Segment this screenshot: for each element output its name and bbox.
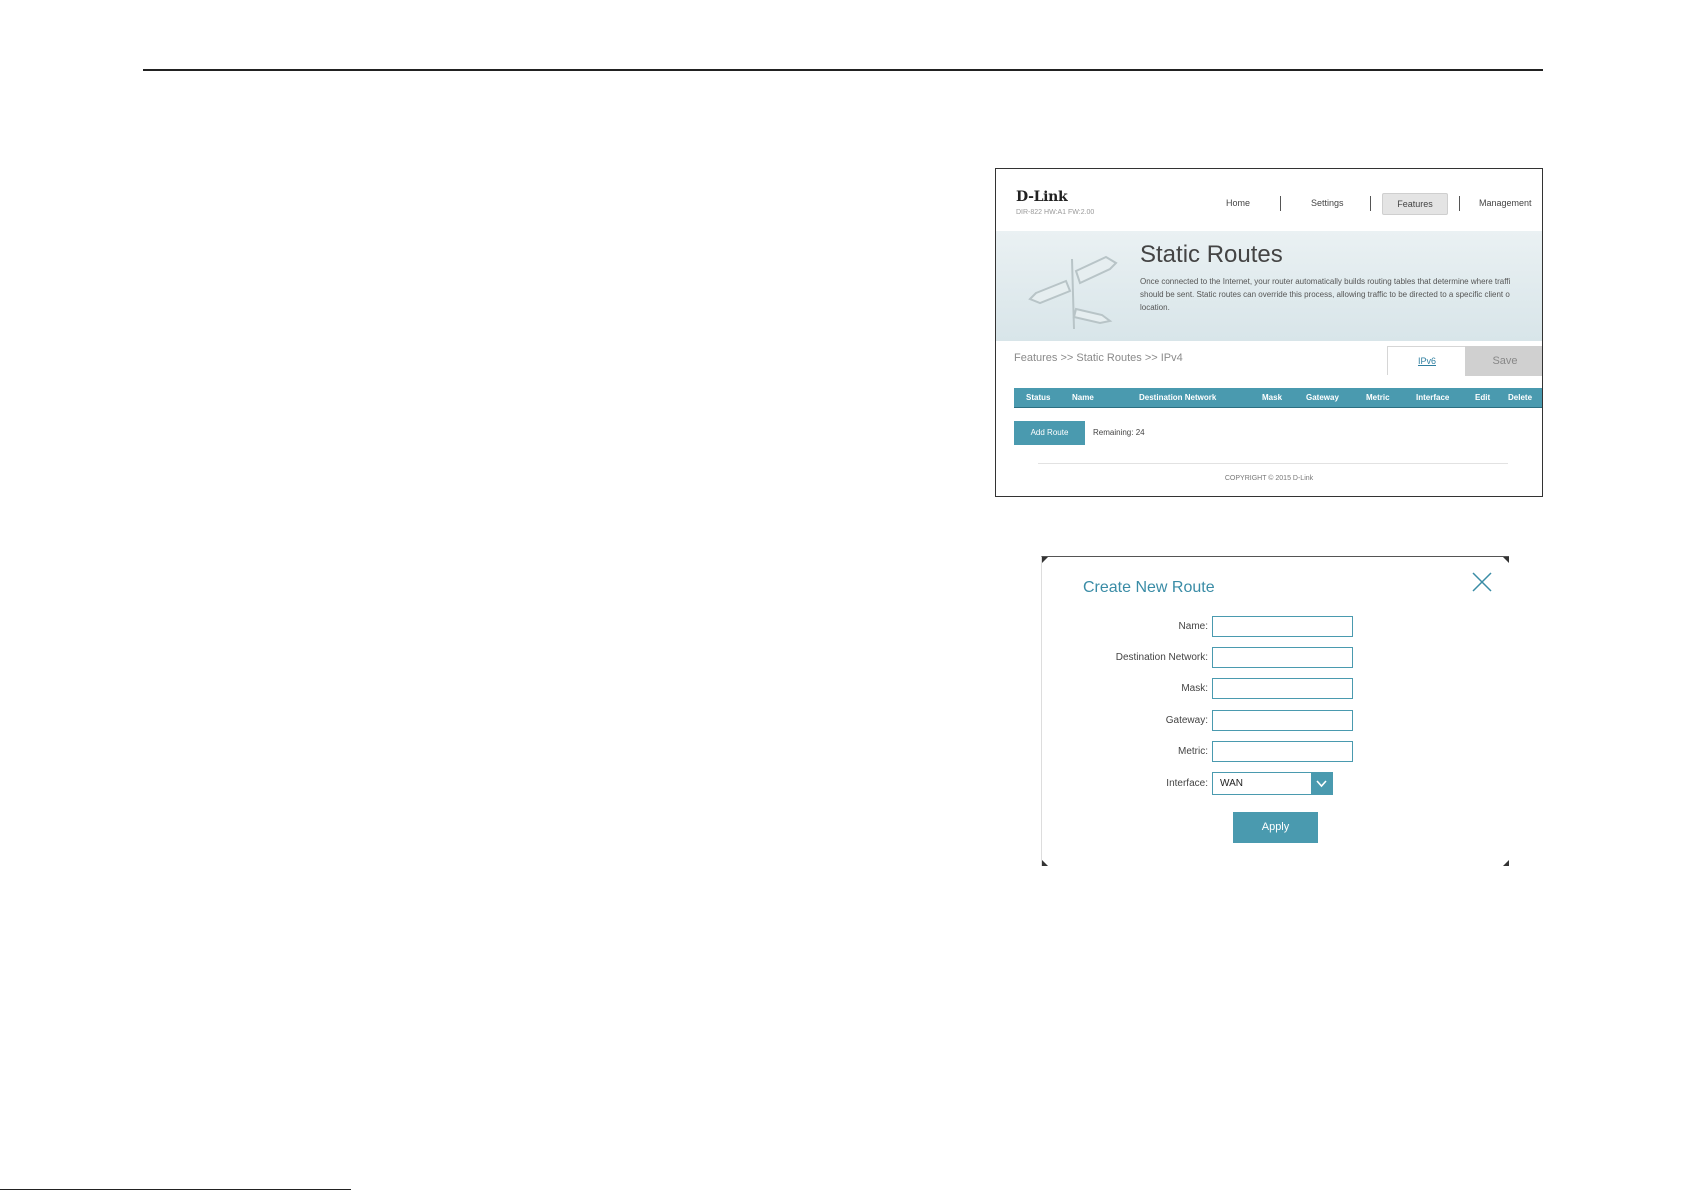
- apply-button[interactable]: Apply: [1233, 812, 1318, 843]
- mask-input[interactable]: [1212, 678, 1353, 699]
- interface-value: WAN: [1220, 778, 1243, 789]
- routes-table-header: Status Name Destination Network Mask Gat…: [1014, 388, 1542, 408]
- column-header: Name: [1072, 393, 1094, 402]
- page-description: Once connected to the Internet, your rou…: [1140, 275, 1542, 314]
- ipv6-link[interactable]: IPv6: [1387, 346, 1466, 375]
- nav-management[interactable]: Management: [1479, 198, 1532, 208]
- column-header: Metric: [1366, 393, 1390, 402]
- copyright: COPYRIGHT © 2015 D-Link: [1224, 475, 1314, 482]
- signpost-icon: [1028, 255, 1118, 330]
- corner-mark: [1042, 860, 1048, 866]
- footer-divider: [1038, 463, 1508, 464]
- metric-input[interactable]: [1212, 741, 1353, 762]
- column-header: Destination Network: [1139, 393, 1217, 402]
- metric-label: Metric:: [1178, 746, 1208, 757]
- description-line: location.: [1140, 303, 1170, 312]
- destination-network-input[interactable]: [1212, 647, 1353, 668]
- corner-mark: [1503, 557, 1509, 563]
- description-line: should be sent. Static routes can overri…: [1140, 290, 1510, 299]
- destination-network-label: Destination Network:: [1115, 652, 1208, 663]
- name-input[interactable]: [1212, 616, 1353, 637]
- column-header: Gateway: [1306, 393, 1339, 402]
- column-header: Delete: [1508, 393, 1533, 402]
- nav-features[interactable]: Features: [1382, 193, 1448, 215]
- gateway-label: Gateway:: [1165, 715, 1208, 726]
- nav-separator: [1280, 196, 1281, 211]
- nav-separator: [1459, 196, 1460, 211]
- remaining-count: Remaining: 24: [1093, 428, 1145, 437]
- column-header: Edit: [1475, 393, 1491, 402]
- nav-separator: [1370, 196, 1371, 211]
- top-rule: [143, 69, 1543, 71]
- description-line: Once connected to the Internet, your rou…: [1140, 277, 1511, 286]
- column-header: Mask: [1262, 393, 1283, 402]
- nav-settings[interactable]: Settings: [1311, 198, 1344, 208]
- interface-select[interactable]: WAN: [1212, 772, 1333, 795]
- column-header: Interface: [1416, 393, 1450, 402]
- corner-mark: [1503, 860, 1509, 866]
- dialog-title: Create New Route: [1083, 579, 1215, 596]
- name-label: Name:: [1178, 621, 1208, 632]
- model-info: DIR-822 HW:A1 FW:2.00: [1016, 209, 1095, 216]
- create-route-dialog: Create New Route Name: Destination Netwo…: [1041, 556, 1509, 866]
- bottom-rule: [0, 1189, 351, 1190]
- chevron-down-icon[interactable]: [1311, 773, 1332, 794]
- page-title: Static Routes: [1140, 241, 1283, 268]
- header-bar: D-Link DIR-822 HW:A1 FW:2.00 Home Settin…: [996, 169, 1542, 232]
- mask-label: Mask:: [1181, 683, 1208, 694]
- nav-home[interactable]: Home: [1226, 198, 1250, 208]
- add-route-button[interactable]: Add Route: [1014, 421, 1085, 445]
- column-header: Status: [1026, 393, 1051, 402]
- interface-label: Interface:: [1166, 778, 1208, 789]
- breadcrumb-bar: Features >> Static Routes >> IPv4 IPv6 S…: [996, 346, 1542, 376]
- dlink-logo: D-Link: [1016, 189, 1068, 205]
- hero-banner: Static Routes Once connected to the Inte…: [996, 231, 1542, 341]
- breadcrumb: Features >> Static Routes >> IPv4: [1014, 352, 1183, 364]
- corner-mark: [1042, 557, 1048, 563]
- gateway-input[interactable]: [1212, 710, 1353, 731]
- close-icon[interactable]: [1472, 572, 1492, 592]
- static-routes-screenshot: D-Link DIR-822 HW:A1 FW:2.00 Home Settin…: [995, 168, 1543, 497]
- save-button[interactable]: Save: [1465, 346, 1542, 376]
